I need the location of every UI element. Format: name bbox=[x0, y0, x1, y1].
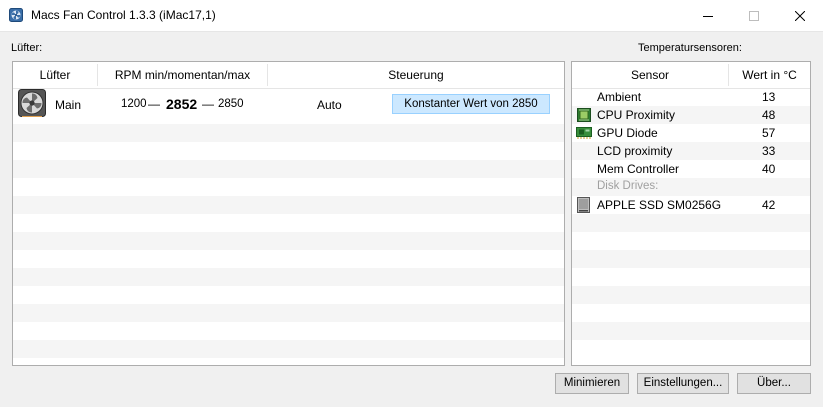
column-header-control[interactable]: Steuerung bbox=[268, 62, 564, 88]
row-stripe bbox=[572, 322, 810, 340]
list-item[interactable]: LCD proximity 33 bbox=[572, 142, 810, 160]
sensors-list[interactable]: Sensor Wert in °C Ambient 13 CPU Proximi… bbox=[571, 61, 811, 366]
sensor-value: 33 bbox=[762, 144, 776, 158]
row-stripe bbox=[13, 196, 564, 214]
sensor-value: 57 bbox=[762, 126, 776, 140]
sensor-name: GPU Diode bbox=[597, 126, 658, 140]
settings-button[interactable]: Einstellungen... bbox=[637, 373, 729, 394]
list-item[interactable]: GPU Diode 57 bbox=[572, 124, 810, 142]
row-stripe bbox=[13, 160, 564, 178]
row-stripe bbox=[572, 214, 810, 232]
sensor-value: 40 bbox=[762, 162, 776, 176]
sensors-table-header: Sensor Wert in °C bbox=[572, 62, 810, 89]
column-header-value[interactable]: Wert in °C bbox=[729, 62, 810, 88]
close-window-button[interactable] bbox=[777, 0, 823, 31]
title-bar: Macs Fan Control 1.3.3 (iMac17,1) bbox=[0, 0, 823, 32]
list-group-header: Disk Drives: bbox=[572, 178, 810, 196]
maximize-icon bbox=[749, 10, 759, 21]
list-item[interactable]: CPU Proximity 48 bbox=[572, 106, 810, 124]
sensor-value: 42 bbox=[762, 198, 776, 212]
rpm-current: 2852 bbox=[166, 96, 198, 112]
cpu-chip-icon bbox=[577, 108, 591, 122]
sensors-section-label: Temperatursensoren: bbox=[638, 42, 742, 54]
fan-name: Main bbox=[55, 98, 82, 112]
row-stripe bbox=[13, 304, 564, 322]
sensor-name: APPLE SSD SM0256G bbox=[597, 198, 722, 212]
sensor-name: Ambient bbox=[597, 90, 642, 104]
gpu-card-icon bbox=[576, 127, 592, 139]
close-icon bbox=[795, 10, 805, 21]
list-item[interactable]: Ambient 13 bbox=[572, 88, 810, 106]
sensor-value: 48 bbox=[762, 108, 776, 122]
constant-value-button[interactable]: Konstanter Wert von 2850 bbox=[392, 94, 550, 114]
about-button[interactable]: Über... bbox=[737, 373, 811, 394]
rpm-separator: — bbox=[148, 97, 160, 111]
row-stripe bbox=[13, 340, 564, 358]
row-stripe bbox=[572, 250, 810, 268]
row-stripe bbox=[13, 232, 564, 250]
row-stripe bbox=[13, 268, 564, 286]
fan-icon bbox=[18, 89, 46, 117]
list-item[interactable]: APPLE SSD SM0256G 42 bbox=[572, 196, 810, 214]
disk-drives-group-label: Disk Drives: bbox=[597, 180, 659, 192]
minimize-window-button[interactable] bbox=[685, 0, 731, 31]
rpm-max: 2850 bbox=[218, 98, 244, 110]
rpm-separator: — bbox=[202, 97, 214, 111]
column-header-rpm[interactable]: RPM min/momentan/max bbox=[98, 62, 267, 88]
rpm-min: 1200 bbox=[121, 98, 147, 110]
fans-section-label: Lüfter: bbox=[11, 42, 43, 54]
row-stripe bbox=[13, 124, 564, 142]
list-item[interactable]: Mem Controller 40 bbox=[572, 160, 810, 178]
minimize-button[interactable]: Minimieren bbox=[555, 373, 629, 394]
column-header-fan[interactable]: Lüfter bbox=[13, 62, 97, 88]
maximize-window-button[interactable] bbox=[731, 0, 777, 31]
sensor-name: LCD proximity bbox=[597, 144, 673, 158]
sensor-value: 13 bbox=[762, 90, 776, 104]
window-title: Macs Fan Control 1.3.3 (iMac17,1) bbox=[31, 8, 216, 22]
column-header-sensor[interactable]: Sensor bbox=[572, 62, 728, 88]
sensor-name: CPU Proximity bbox=[597, 108, 676, 122]
row-stripe bbox=[572, 286, 810, 304]
app-fan-icon bbox=[9, 8, 23, 22]
sensor-name: Mem Controller bbox=[597, 162, 680, 176]
ssd-drive-icon bbox=[577, 197, 590, 213]
fans-table-header: Lüfter RPM min/momentan/max Steuerung bbox=[13, 62, 564, 89]
fans-list[interactable]: Lüfter RPM min/momentan/max Steuerung Ma… bbox=[12, 61, 565, 366]
minimize-icon bbox=[703, 15, 713, 17]
fan-mode: Auto bbox=[317, 98, 342, 112]
